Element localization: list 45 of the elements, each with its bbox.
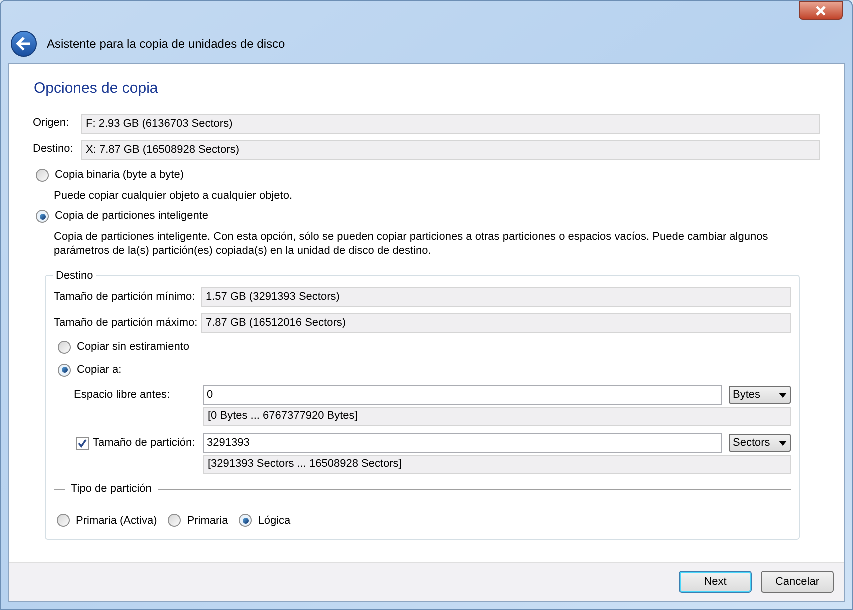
field-label: Espacio libre antes: xyxy=(74,388,170,403)
radio-label[interactable]: Copiar sin estiramiento xyxy=(77,338,190,356)
section-title: Tipo de partición xyxy=(71,482,152,497)
radio-button[interactable] xyxy=(239,514,252,528)
dialog-button[interactable]: Next xyxy=(679,571,752,593)
radio-label[interactable]: Lógica xyxy=(258,512,291,529)
checkbox-label[interactable]: Tamaño de partición: xyxy=(93,434,196,452)
back-button[interactable] xyxy=(11,31,37,57)
close-icon xyxy=(815,6,827,16)
radio-button[interactable] xyxy=(58,340,71,354)
field-label: Origen: xyxy=(33,116,70,132)
radio-button[interactable] xyxy=(36,169,49,182)
range-field: [3291393 Sectors ... 16508928 Sectors] xyxy=(203,455,791,474)
radio-label[interactable]: Copia de particiones inteligente xyxy=(55,208,208,225)
checkbox[interactable] xyxy=(76,436,89,450)
radio-button[interactable] xyxy=(57,514,70,528)
dialog-button[interactable]: Cancelar xyxy=(761,571,834,593)
range-field: [0 Bytes ... 6767377920 Bytes] xyxy=(203,407,791,426)
field-label: Tamaño de partición máximo: xyxy=(54,316,199,331)
dropdown-arrow-icon xyxy=(779,440,787,446)
read-only-field: X: 7.87 GB (16508928 Sectors) xyxy=(81,140,820,160)
unit-dropdown[interactable]: Bytes xyxy=(729,386,791,404)
radio-label[interactable]: Copia binaria (byte a byte) xyxy=(55,167,184,184)
page-heading: Opciones de copia xyxy=(34,79,160,99)
option-description: Puede copiar cualquier objeto a cualquier objeto. xyxy=(54,188,294,202)
read-only-field: 7.87 GB (16512016 Sectors) xyxy=(201,313,791,333)
radio-button[interactable] xyxy=(58,364,71,376)
input-field[interactable]: 3291393 xyxy=(203,433,722,453)
read-only-field: 1.57 GB (3291393 Sectors) xyxy=(201,287,791,307)
group-title: Destino xyxy=(55,268,94,284)
option-description: Copia de particiones inteligente. Con esta opción, sólo se pueden copiar particiones a otras particiones o espacios vacíos. Puede cambiar algunos parámetros de la(s) partición(es) copiada(s) en la unidad de disco de destino. xyxy=(54,230,770,258)
radio-button[interactable] xyxy=(168,514,182,528)
radio-label[interactable]: Copiar a: xyxy=(77,362,122,378)
input-field[interactable]: 0 xyxy=(203,385,722,405)
radio-label[interactable]: Primaria (Activa) xyxy=(76,512,158,529)
unit-dropdown[interactable]: Sectors xyxy=(729,434,791,452)
field-label: Destino: xyxy=(33,142,74,158)
close-button[interactable] xyxy=(799,1,843,20)
dropdown-arrow-icon xyxy=(779,392,787,398)
field-label: Tamaño de partición mínimo: xyxy=(54,290,196,305)
window-title: Asistente para la copia de unidades de disco xyxy=(47,36,286,53)
back-arrow-icon xyxy=(16,37,32,51)
read-only-field: F: 2.93 GB (6136703 Sectors) xyxy=(81,114,820,134)
radio-button[interactable] xyxy=(36,210,49,223)
radio-label[interactable]: Primaria xyxy=(187,512,228,529)
